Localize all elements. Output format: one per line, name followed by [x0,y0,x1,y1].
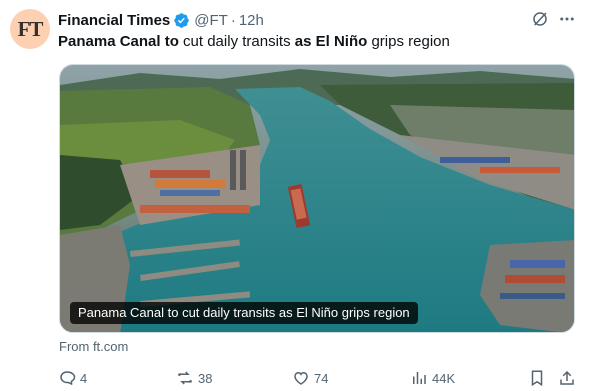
reply-button[interactable]: 4 [58,368,87,388]
tweet-text-regular-2: grips region [367,33,450,50]
action-bar: 4 38 74 44K [58,368,578,388]
media-caption: Panama Canal to cut daily transits as El… [70,302,418,324]
tweet-text-regular-1: cut daily transits [178,33,295,50]
canal-aerial-photo [60,65,574,332]
header-separator: · [230,11,236,29]
grok-icon[interactable] [531,10,549,28]
bookmark-icon [531,370,543,387]
views-button[interactable]: 44K [410,368,455,388]
like-icon [294,371,308,385]
reply-icon [60,371,76,386]
tweet-text: Panama Canal to cut daily transits as El… [58,33,450,51]
verified-badge-icon [174,12,190,28]
link-source[interactable]: From ft.com [59,339,128,354]
tweet-text-bold-2: as El Niño [294,33,368,50]
share-button[interactable] [558,368,576,388]
author-avatar[interactable]: FT [10,9,50,49]
repost-count: 38 [198,370,213,386]
like-count: 74 [314,370,329,386]
more-icon[interactable] [557,10,577,28]
tweet-header: Financial Times @FT · 12h [58,10,264,30]
reply-count: 4 [80,370,88,386]
avatar-initials: FT [17,16,44,41]
repost-icon [178,371,192,385]
share-icon [560,370,574,385]
link-card-image[interactable]: Panama Canal to cut daily transits as El… [59,64,575,333]
bookmark-button[interactable] [528,368,546,388]
like-button[interactable]: 74 [292,368,328,388]
views-count: 44K [432,370,456,386]
tweet-text-bold-1: Panama Canal to [58,33,179,50]
views-icon [413,372,426,384]
repost-button[interactable]: 38 [176,368,212,388]
tweet-timestamp[interactable]: 12h [239,12,264,29]
author-handle[interactable]: @FT [194,12,228,29]
author-name[interactable]: Financial Times [58,12,170,29]
